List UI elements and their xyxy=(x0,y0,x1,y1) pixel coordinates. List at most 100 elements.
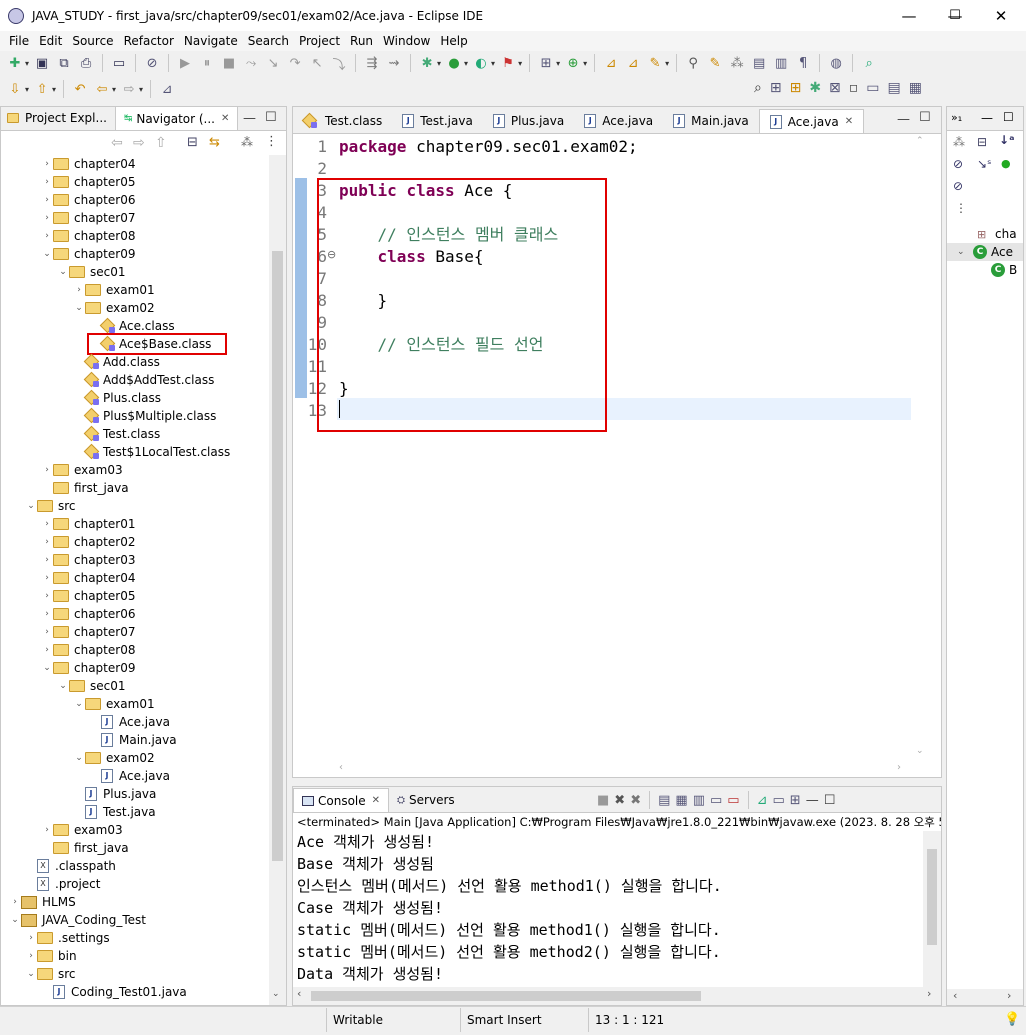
tree-item[interactable]: J Main.java xyxy=(89,731,177,749)
skip-breakpoints-icon[interactable]: ⊘ xyxy=(143,56,161,71)
run-icon-dropdown-icon[interactable]: ▾ xyxy=(464,59,468,68)
browser-icon[interactable]: ◍ xyxy=(827,56,845,71)
open-folder-icon[interactable]: ⊿ xyxy=(624,56,642,71)
editor-tab[interactable]: J Test.java xyxy=(392,109,483,133)
expand-chevron-icon[interactable]: › xyxy=(41,177,53,187)
scroll-down-arrow-icon[interactable]: ⌄ xyxy=(272,989,280,999)
editor-minimize-icon[interactable]: — xyxy=(897,112,910,127)
expand-chevron-icon[interactable]: › xyxy=(41,645,53,655)
show-whitespace-icon[interactable]: ▤ xyxy=(750,56,768,71)
terminate-icon[interactable]: ■ xyxy=(220,56,238,71)
menu-navigate[interactable]: Navigate xyxy=(179,34,243,48)
tree-item[interactable]: first_java xyxy=(41,839,129,857)
pin-console-icon[interactable]: ⊿ xyxy=(757,793,768,808)
new-icon[interactable]: ✚ xyxy=(6,56,24,71)
tree-item[interactable]: J Ace.java xyxy=(89,713,170,731)
menu-file[interactable]: File xyxy=(4,34,34,48)
editor-scroll-up-icon[interactable]: ⌃ xyxy=(916,136,924,146)
editor-maximize-icon[interactable]: ☐ xyxy=(919,110,931,125)
menu-search[interactable]: Search xyxy=(243,34,294,48)
outline-view-menu-icon[interactable]: ⋮ xyxy=(955,201,967,215)
tree-item[interactable]: X .classpath xyxy=(25,857,116,875)
close-tab-icon[interactable]: ✕ xyxy=(845,116,853,127)
disconnect-icon[interactable]: ⤳ xyxy=(242,56,260,71)
code-area[interactable]: 1 package chapter09.sec01.exam02; 2 3 public… xyxy=(293,134,923,762)
up-arrow-icon[interactable]: ⇧ xyxy=(155,135,167,151)
editor-scroll-right-icon[interactable]: › xyxy=(897,762,901,773)
prev-annotation-icon-dropdown-icon[interactable]: ▾ xyxy=(52,85,56,94)
expand-chevron-icon[interactable]: ⌄ xyxy=(73,699,85,709)
back-icon-dropdown-icon[interactable]: ▾ xyxy=(112,85,116,94)
expand-chevron-icon[interactable]: ⌄ xyxy=(25,501,37,511)
outline-horizontal-scrollbar[interactable]: ‹ › xyxy=(947,989,1023,1005)
maximize-button-2[interactable]: ☐ xyxy=(932,0,978,31)
terminate-console-icon[interactable]: ■ xyxy=(597,793,609,808)
show-on-stderr-icon[interactable]: ▭ xyxy=(727,793,739,808)
outline-scroll-left-icon[interactable]: ‹ xyxy=(953,989,957,1002)
hide-static-icon[interactable]: ↘ˢ xyxy=(977,157,992,171)
remove-launch-icon[interactable]: ✖ xyxy=(614,793,625,808)
back-icon[interactable]: ⇦ xyxy=(93,82,111,97)
outline-minimize-icon[interactable]: — xyxy=(981,111,993,125)
editor-tab[interactable]: J Main.java xyxy=(663,109,759,133)
link-with-editor-icon[interactable]: ⇆ xyxy=(209,135,220,150)
expand-chevron-icon[interactable]: › xyxy=(41,159,53,169)
outline-collapse-icon[interactable]: ⊟ xyxy=(977,135,987,149)
tree-item[interactable]: ⌄ sec01 xyxy=(57,677,125,695)
tab-project-explorer[interactable]: Project Expl... xyxy=(1,106,115,130)
paragraph-icon[interactable]: ¶ xyxy=(794,56,812,71)
expand-chevron-icon[interactable]: › xyxy=(41,573,53,583)
expand-chevron-icon[interactable]: ⌄ xyxy=(57,267,69,277)
restore-icon[interactable]: ▫ xyxy=(849,80,859,96)
external-tools-icon[interactable]: ⚑ xyxy=(499,56,517,71)
tree-item[interactable]: Add$AddTest.class xyxy=(73,371,214,389)
expand-chevron-icon[interactable]: › xyxy=(41,825,53,835)
filters-icon[interactable]: ⁂ xyxy=(241,135,253,149)
highlight-icon[interactable]: ✎ xyxy=(706,56,724,71)
outline-filter-icon[interactable]: ⁂ xyxy=(953,135,965,149)
java-ee-perspective-icon[interactable]: ⊠ xyxy=(829,80,841,96)
tree-item[interactable]: › chapter08 xyxy=(41,641,135,659)
outline-item-class[interactable]: ⌄ C Ace xyxy=(947,243,1023,261)
maximize-editor-icon[interactable]: ▭ xyxy=(866,80,879,96)
tab-servers[interactable]: ⛭ Servers xyxy=(389,788,463,812)
step-return-icon[interactable]: ↖ xyxy=(308,56,326,71)
menu-refactor[interactable]: Refactor xyxy=(119,34,179,48)
sort-az-icon[interactable]: ↓ᵃ xyxy=(999,133,1015,147)
menu-project[interactable]: Project xyxy=(294,34,345,48)
mark-occurrences-icon[interactable]: ⚲ xyxy=(684,56,702,71)
expand-chevron-icon[interactable]: › xyxy=(41,213,53,223)
minimize-view-icon[interactable]: — xyxy=(243,111,256,126)
tree-item[interactable]: ⌄ src xyxy=(25,497,75,515)
outline-scroll-right-icon[interactable]: › xyxy=(1007,989,1011,1002)
tree-item[interactable]: Add.class xyxy=(73,353,160,371)
tree-item[interactable]: J Plus.java xyxy=(73,785,156,803)
step-over-icon[interactable]: ↷ xyxy=(286,56,304,71)
console-horizontal-scrollbar[interactable]: ‹ › xyxy=(293,987,941,1005)
expand-chevron-icon[interactable]: ⌄ xyxy=(57,681,69,691)
expand-chevron-icon[interactable]: ⌄ xyxy=(73,753,85,763)
next-annotation-icon-dropdown-icon[interactable]: ▾ xyxy=(25,85,29,94)
console-scroll-thumb[interactable] xyxy=(927,849,937,945)
collapse-all-icon[interactable]: ⊟ xyxy=(187,135,198,150)
save-all-icon[interactable]: ⧉ xyxy=(55,56,73,71)
menu-help[interactable]: Help xyxy=(435,34,472,48)
tree-item[interactable]: ⌄ exam01 xyxy=(73,695,154,713)
annotation-icon[interactable]: ⁂ xyxy=(728,56,746,71)
expand-chevron-icon[interactable]: › xyxy=(25,951,37,961)
expand-chevron-icon[interactable]: ⌄ xyxy=(73,303,85,313)
use-step-filters-icon[interactable]: ⇶ xyxy=(363,56,381,71)
tree-item[interactable]: › exam03 xyxy=(41,461,122,479)
tree-item[interactable]: Ace.class xyxy=(89,317,175,335)
expand-chevron-icon[interactable]: › xyxy=(41,519,53,529)
tree-item[interactable]: J Ace.java xyxy=(89,767,170,785)
new-java-project-icon[interactable]: ⊞ xyxy=(537,56,555,71)
debug-icon-dropdown-icon[interactable]: ▾ xyxy=(437,59,441,68)
scroll-lock-icon[interactable]: ▦ xyxy=(675,793,687,808)
tree-item[interactable]: › bin xyxy=(25,947,76,965)
menu-edit[interactable]: Edit xyxy=(34,34,67,48)
expand-chevron-icon[interactable]: ⌄ xyxy=(41,663,53,673)
word-wrap-icon[interactable]: ▥ xyxy=(693,793,705,808)
outline-item-package[interactable]: ⊞ cha xyxy=(947,225,1023,243)
tree-item[interactable]: ⌄ src xyxy=(25,965,75,983)
